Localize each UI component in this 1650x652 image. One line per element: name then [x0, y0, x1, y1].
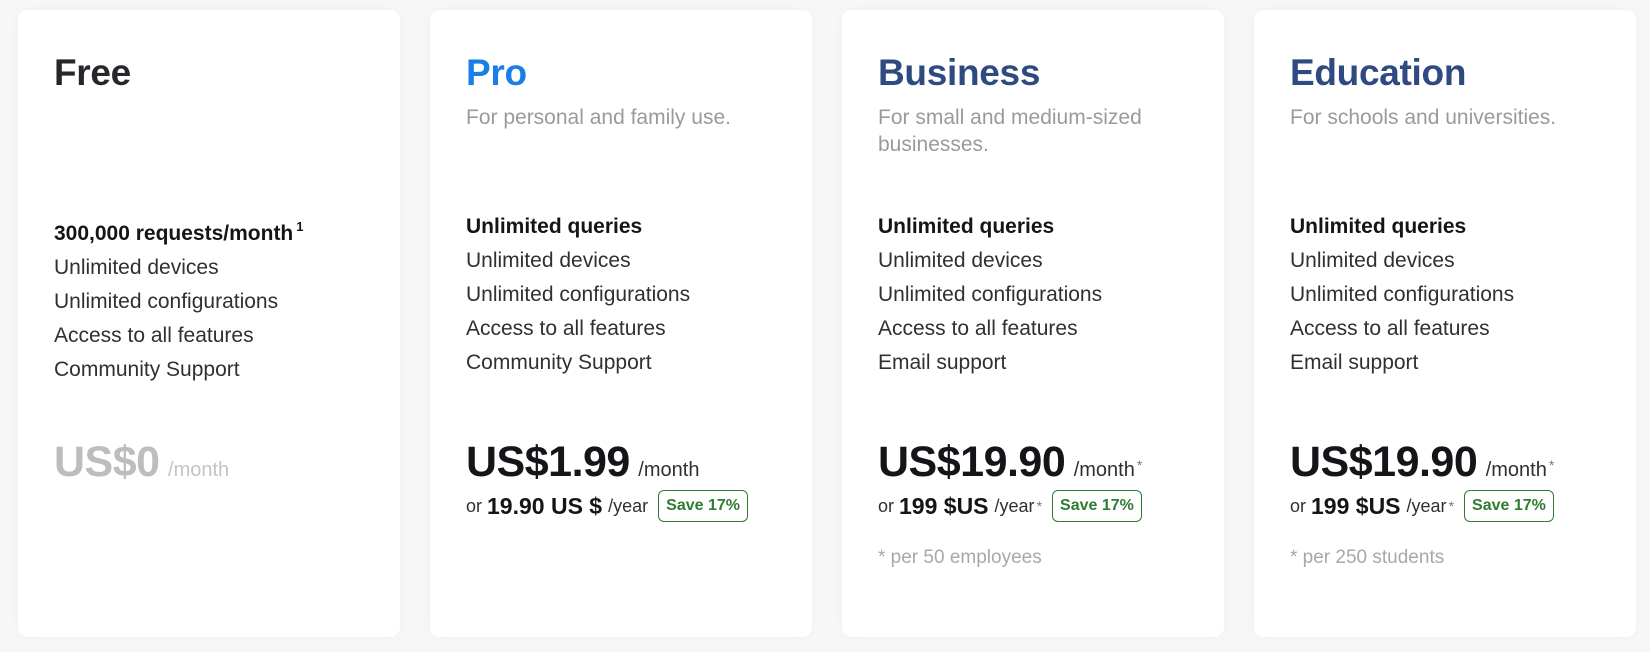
feature-item: Access to all features: [1290, 317, 1490, 340]
feature-item: Unlimited queries: [466, 215, 643, 238]
yearly-price: 199 $US: [899, 492, 989, 519]
yearly-period: /year: [608, 495, 649, 516]
price-row: US$19.90 /month *: [1290, 438, 1554, 487]
plan-description: For schools and universities.: [1290, 106, 1557, 129]
asterisk-marker: *: [1548, 457, 1555, 473]
pricing-note: * per 50 employees: [878, 547, 1042, 568]
feature-list: 300,000 requests/month 1 Unlimited device…: [54, 210, 304, 387]
monthly-price: US$19.90: [1290, 438, 1478, 486]
plan-card-business: Business For small and medium-sized busi…: [842, 10, 1224, 637]
feature-list: Unlimited queries Unlimited devices Unli…: [878, 210, 1102, 380]
plan-description: For personal and family use.: [466, 106, 731, 129]
yearly-row: or 199 $US /year * Save 17%: [878, 488, 1142, 524]
or-label: or: [1290, 495, 1307, 516]
feature-item: Unlimited devices: [466, 249, 631, 272]
price-period: /month: [1073, 459, 1135, 481]
feature-item: Access to all features: [878, 317, 1078, 340]
monthly-price: US$1.99: [466, 438, 630, 486]
yearly-row: or 199 $US /year * Save 17%: [1290, 488, 1554, 524]
price-period: /month: [168, 459, 230, 481]
plan-name: Education: [1290, 52, 1467, 93]
feature-list: Unlimited queries Unlimited devices Unli…: [1290, 210, 1514, 380]
monthly-price: US$0: [54, 438, 160, 486]
plan-name: Free: [54, 52, 131, 93]
feature-item: Unlimited configurations: [54, 290, 279, 313]
plan-name: Business: [878, 52, 1041, 93]
feature-item: Community Support: [54, 358, 240, 381]
price-row: US$19.90 /month *: [878, 438, 1142, 487]
feature-item: Community Support: [466, 351, 652, 374]
price-period: /month: [638, 459, 700, 481]
save-badge: Save 17%: [658, 490, 748, 522]
feature-item: Unlimited devices: [1290, 249, 1455, 272]
feature-item: Unlimited queries: [1290, 215, 1467, 238]
plan-name: Pro: [466, 52, 527, 93]
plan-card-pro: Pro For personal and family use. Unlimit…: [430, 10, 812, 637]
yearly-price: 19.90 US $: [487, 492, 603, 519]
pricing-note: * per 250 students: [1290, 547, 1445, 568]
or-label: or: [878, 495, 895, 516]
feature-item: Unlimited configurations: [466, 283, 691, 306]
plan-description: For small and medium-sized businesses.: [878, 106, 1142, 156]
feature-item: 300,000 requests/month 1: [54, 219, 304, 245]
price-row: US$0 /month: [54, 438, 229, 487]
feature-item: Email support: [1290, 351, 1419, 374]
feature-item: Unlimited devices: [878, 249, 1043, 272]
feature-item: Unlimited devices: [54, 256, 219, 279]
yearly-row: or 19.90 US $ /year Save 17%: [466, 488, 748, 524]
footnote-marker[interactable]: 1: [296, 219, 303, 234]
feature-item: Unlimited queries: [878, 215, 1055, 238]
monthly-price: US$19.90: [878, 438, 1066, 486]
yearly-period: /year: [1406, 495, 1447, 516]
feature-item: Unlimited configurations: [1290, 283, 1515, 306]
feature-item: Access to all features: [466, 317, 666, 340]
feature-item: Access to all features: [54, 324, 254, 347]
save-badge: Save 17%: [1464, 490, 1554, 522]
asterisk-marker: *: [1036, 498, 1043, 514]
feature-item: Email support: [878, 351, 1007, 374]
yearly-price: 199 $US: [1311, 492, 1401, 519]
plan-card-education: Education For schools and universities. …: [1254, 10, 1636, 637]
feature-item: Unlimited configurations: [878, 283, 1103, 306]
price-row: US$1.99 /month: [466, 438, 699, 487]
yearly-period: /year: [994, 495, 1035, 516]
price-period: /month: [1485, 459, 1547, 481]
asterisk-marker: *: [1136, 457, 1143, 473]
save-badge: Save 17%: [1052, 490, 1142, 522]
or-label: or: [466, 495, 483, 516]
feature-list: Unlimited queries Unlimited devices Unli…: [466, 210, 690, 380]
plan-card-free: Free 300,000 requests/month 1 Unlimited d…: [18, 10, 400, 637]
asterisk-marker: *: [1448, 498, 1455, 514]
